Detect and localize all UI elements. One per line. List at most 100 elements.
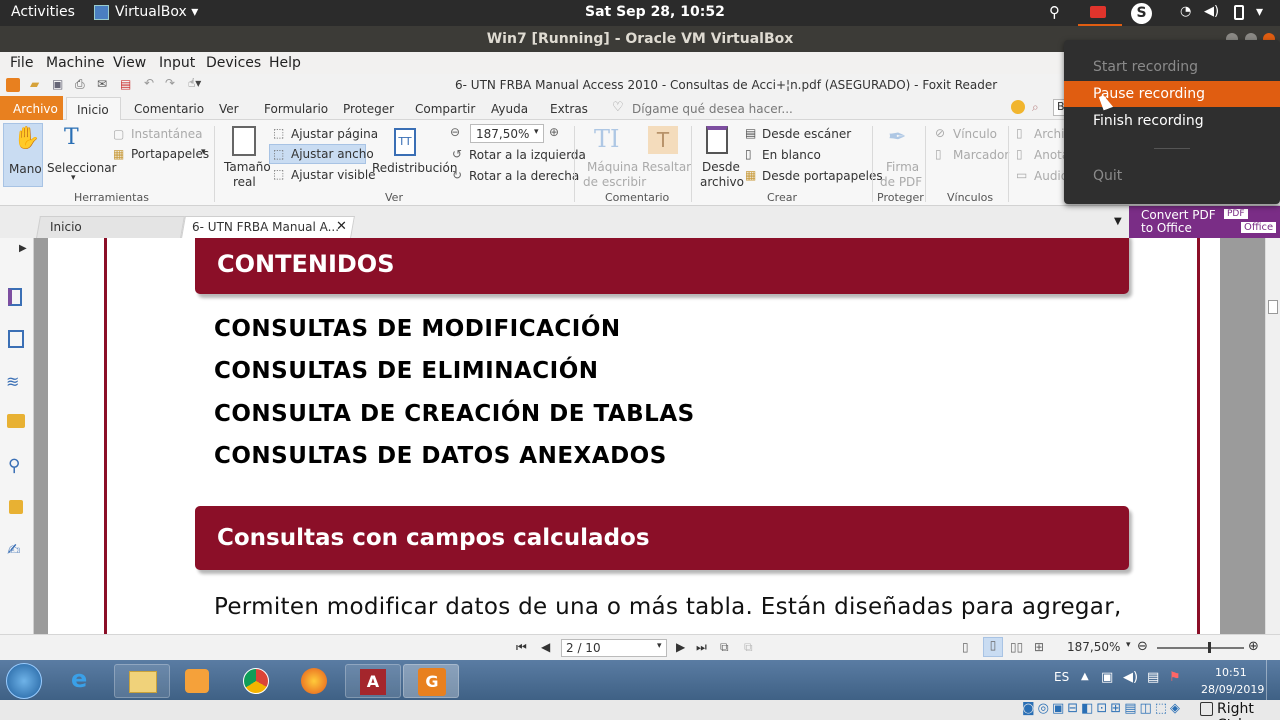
audio-button[interactable]: Audio <box>1034 169 1068 183</box>
clock[interactable]: Sat Sep 28, 10:52 <box>585 4 725 20</box>
snapshot-button[interactable]: Instantánea <box>131 127 202 141</box>
screen-recorder-indicator[interactable] <box>1078 0 1122 26</box>
tab-list-chevron-icon[interactable]: ▼ <box>1114 216 1122 227</box>
hand-pointer-icon[interactable]: ☝▾ <box>188 76 201 90</box>
status-zoom-value[interactable]: 187,50% <box>1067 640 1120 654</box>
network-share-icon[interactable]: ⚲ <box>1049 3 1060 21</box>
security-lock-icon[interactable] <box>9 500 23 514</box>
app-menu-button[interactable]: VirtualBox ▾ <box>115 4 198 20</box>
host-key-arrow-icon[interactable] <box>1200 702 1213 716</box>
menu-input[interactable]: Input <box>159 53 195 73</box>
clipboard-dropdown-icon[interactable]: ▾ <box>201 147 206 157</box>
expand-panel-icon[interactable]: ▶ <box>19 243 27 254</box>
battery-icon[interactable] <box>1234 5 1244 20</box>
language-indicator[interactable]: ES <box>1054 670 1069 684</box>
zoom-out-icon[interactable]: ⊖ <box>450 125 460 139</box>
reflow-button[interactable]: TT Redistribución <box>370 123 457 187</box>
rotate-left-button[interactable]: Rotar a la izquierda <box>469 148 586 162</box>
vertical-scrollbar[interactable] <box>1265 238 1280 634</box>
redo-icon[interactable]: ↷ <box>165 76 175 90</box>
tab-proteger[interactable]: Proteger <box>343 102 394 116</box>
previous-page-icon[interactable]: ◀ <box>541 640 550 654</box>
signatures-icon[interactable]: ✍ <box>7 540 20 559</box>
taskbar-access[interactable]: A <box>345 664 401 698</box>
menu-view[interactable]: View <box>113 53 146 73</box>
pages-icon[interactable] <box>8 330 24 348</box>
typewriter-button[interactable]: TI Máquina de escribir <box>580 123 646 189</box>
taskbar-date[interactable]: 28/09/2019 <box>1201 683 1264 696</box>
taskbar-firefox[interactable] <box>287 664 343 698</box>
quit-item[interactable]: Quit <box>1064 163 1280 189</box>
finish-recording-item[interactable]: Finish recording <box>1064 108 1280 134</box>
volume-icon[interactable]: ◀) <box>1204 4 1219 19</box>
actual-size-button[interactable]: Tamaño real <box>222 123 271 189</box>
convert-pdf-to-office-banner[interactable]: Convert PDF to Office PDF Office <box>1129 206 1280 238</box>
link-button[interactable]: Vínculo <box>953 127 997 141</box>
layers-icon[interactable]: ≋ <box>6 372 19 391</box>
menu-file[interactable]: File <box>10 53 33 73</box>
fit-visible-button[interactable]: Ajustar visible <box>291 168 376 182</box>
hand-tool-button[interactable]: ✋ Mano <box>3 123 43 187</box>
from-clipboard-button[interactable]: Desde portapapeles <box>762 169 883 183</box>
menu-help[interactable]: Help <box>269 53 301 73</box>
status-zoom-dropdown-icon[interactable]: ▾ <box>1126 640 1131 650</box>
page-number-input[interactable]: 2 / 10 ▾ <box>561 639 667 657</box>
zoom-in-icon[interactable]: ⊕ <box>549 125 559 139</box>
taskbar-ie[interactable]: e <box>57 664 113 698</box>
fit-page-button[interactable]: Ajustar página <box>291 127 378 141</box>
status-zoom-in-icon[interactable]: ⊕ <box>1248 639 1259 654</box>
rotate-right-button[interactable]: Rotar a la derecha <box>469 169 579 183</box>
open-icon[interactable]: ▰ <box>30 77 39 91</box>
start-recording-item[interactable]: Start recording <box>1064 54 1280 80</box>
tell-me-search[interactable]: Dígame qué desea hacer... <box>632 102 793 116</box>
first-page-icon[interactable]: ⏮ <box>516 640 527 655</box>
system-menu-chevron-icon[interactable]: ▾ <box>1256 4 1263 20</box>
bookmarks-icon[interactable] <box>8 288 22 306</box>
tab-archivo[interactable]: Archivo <box>0 96 63 120</box>
start-button[interactable] <box>6 663 42 699</box>
wifi-icon[interactable]: ◔ <box>1180 4 1191 19</box>
feedback-icon[interactable] <box>1011 100 1025 114</box>
from-file-button[interactable]: Desde archivo <box>696 123 744 189</box>
tab-ver[interactable]: Ver <box>219 102 239 116</box>
show-hidden-icons-icon[interactable]: ▲ <box>1081 671 1089 682</box>
find-icon[interactable]: ⌕ <box>1032 100 1039 115</box>
bookmark-button[interactable]: Marcador <box>953 148 1009 162</box>
taskbar-explorer[interactable] <box>114 664 170 698</box>
tab-extras[interactable]: Extras <box>550 102 588 116</box>
attachments-icon[interactable]: ⚲ <box>8 456 20 476</box>
scrollbar-thumb[interactable] <box>1268 300 1278 314</box>
tab-formulario[interactable]: Formulario <box>264 102 328 116</box>
menu-devices[interactable]: Devices <box>206 53 261 73</box>
next-page-icon[interactable]: ▶ <box>676 640 685 654</box>
print-icon[interactable]: ⎙ <box>75 77 85 92</box>
file-attachment-button[interactable]: Archi <box>1034 127 1064 141</box>
new-doc-icon[interactable]: ▤ <box>120 77 131 91</box>
pdf-sign-button[interactable]: ✒ Firma de PDF <box>876 123 922 189</box>
taskbar-foxit[interactable]: G <box>403 664 459 698</box>
taskbar-time[interactable]: 10:51 <box>1215 666 1247 679</box>
activities-button[interactable]: Activities <box>11 4 75 20</box>
skype-icon[interactable]: S <box>1131 3 1152 24</box>
zoom-slider[interactable] <box>1157 647 1244 649</box>
pause-recording-item[interactable]: Pause recording <box>1064 81 1280 107</box>
from-scanner-button[interactable]: Desde escáner <box>762 127 851 141</box>
zoom-select[interactable]: 187,50% ▾ <box>470 124 544 143</box>
facing-view-icon[interactable]: ▯▯ <box>1010 640 1023 654</box>
close-tab-icon[interactable]: ✕ <box>336 219 347 234</box>
insert-page-icon[interactable]: ⧉ <box>744 640 753 655</box>
action-center-icon[interactable]: ⚑ <box>1169 670 1181 685</box>
blank-button[interactable]: En blanco <box>762 148 821 162</box>
fit-width-button[interactable]: ⬚ Ajustar ancho <box>269 144 374 164</box>
select-tool-button[interactable]: T Seleccionar ▾ <box>44 123 116 187</box>
continuous-view-icon[interactable]: ▯ <box>983 637 1003 657</box>
taskbar-media[interactable] <box>170 664 226 698</box>
taskbar-chrome[interactable] <box>229 664 285 698</box>
tab-compartir[interactable]: Compartir <box>415 102 475 116</box>
tab-comentario[interactable]: Comentario <box>134 102 204 116</box>
last-page-icon[interactable]: ⏭ <box>696 640 707 655</box>
speaker-icon[interactable]: ◀) <box>1123 670 1138 685</box>
vm-device-status-icons[interactable]: ◙◎▣⊟◧⊡⊞▤◫⬚◈ <box>1022 701 1183 716</box>
comments-icon[interactable] <box>7 414 25 428</box>
highlight-button[interactable]: T Resaltar <box>640 123 691 187</box>
